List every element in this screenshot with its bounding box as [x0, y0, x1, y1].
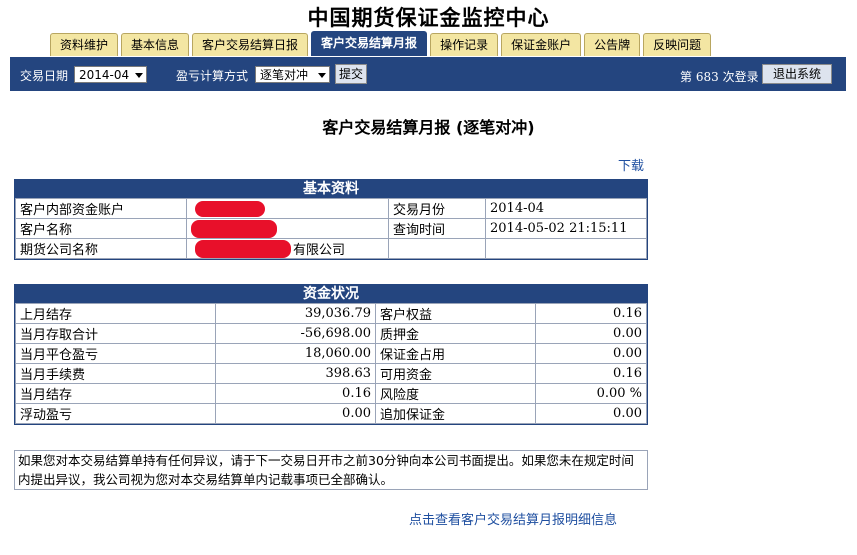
account-label: 客户内部资金账户 [15, 198, 187, 219]
fund-label: 当月存取合计 [15, 323, 216, 344]
tab-feedback[interactable]: 反映问题 [643, 33, 712, 56]
trade-date-select[interactable]: 2014-04 [74, 66, 147, 83]
table-row: 浮动盈亏 0.00 追加保证金 0.00 [15, 403, 647, 424]
trade-date-label: 交易日期 [20, 69, 69, 83]
fund-label: 当月手续费 [15, 363, 216, 384]
fund-label: 可用资金 [375, 363, 536, 384]
query-time-value: 2014-05-02 21:15:11 [485, 218, 647, 239]
tab-margin-account[interactable]: 保证金账户 [501, 33, 582, 56]
tab-operation-log[interactable]: 操作记录 [430, 33, 499, 56]
fund-label: 保证金占用 [375, 343, 536, 364]
basic-info-heading: 基本资料 [15, 180, 647, 198]
fund-value: -56,698.00 [215, 323, 376, 344]
chevron-down-icon [318, 73, 326, 78]
fund-value: 0.00 [535, 323, 647, 344]
fund-status-heading: 资金状况 [15, 285, 647, 303]
trade-date-value: 2014-04 [79, 68, 130, 82]
company-name-value: 有限公司 [293, 243, 346, 258]
fund-value: 0.16 [215, 383, 376, 404]
fund-value: 0.16 [535, 363, 647, 384]
query-time-label: 查询时间 [388, 218, 486, 239]
fund-label: 当月结存 [15, 383, 216, 404]
empty-cell [485, 238, 647, 259]
table-row: 当月平仓盈亏 18,060.00 保证金占用 0.00 [15, 343, 647, 364]
fund-label: 浮动盈亏 [15, 403, 216, 424]
table-row: 客户内部资金账户 交易月份 2014-04 [15, 198, 647, 219]
fund-value: 398.63 [215, 363, 376, 384]
basic-info-table: 客户内部资金账户 交易月份 2014-04 客户名称 查询时间 2014-05-… [15, 198, 647, 259]
site-title: 中国期货保证金监控中心 [307, 5, 550, 30]
month-value: 2014-04 [485, 198, 647, 219]
customer-name-label: 客户名称 [15, 218, 187, 239]
fund-value: 0.00 % [535, 383, 647, 404]
report-title: 客户交易结算月报 (逐笔对冲) [322, 118, 535, 137]
fund-value: 0.16 [535, 303, 647, 324]
fund-value: 18,060.00 [215, 343, 376, 364]
login-suffix: 次登录 [722, 70, 759, 84]
login-count-text: 第 683 次登录 [680, 68, 759, 85]
redaction-mark [195, 240, 291, 258]
table-row: 期货公司名称 有限公司 [15, 238, 647, 259]
calc-method-label: 盈亏计算方式 [176, 69, 249, 83]
dispute-notice: 如果您对本交易结算单持有任何异议，请于下一交易日开市之前30分钟向本公司书面提出… [14, 450, 648, 490]
table-row: 客户名称 查询时间 2014-05-02 21:15:11 [15, 218, 647, 239]
table-row: 当月结存 0.16 风险度 0.00 % [15, 383, 647, 404]
monthly-detail-link[interactable]: 点击查看客户交易结算月报明细信息 [409, 509, 617, 528]
submit-button[interactable]: 提交 [335, 64, 367, 84]
logout-button[interactable]: 退出系统 [762, 64, 832, 84]
redaction-mark [191, 220, 277, 238]
calc-method-select[interactable]: 逐笔对冲 [255, 66, 330, 83]
account-value [186, 198, 389, 219]
fund-value: 0.00 [215, 403, 376, 424]
fund-status-panel: 资金状况 上月结存 39,036.79 客户权益 0.16 当月存取合计 -56… [14, 284, 648, 425]
fund-label: 质押金 [375, 323, 536, 344]
fund-value: 39,036.79 [215, 303, 376, 324]
fund-label: 客户权益 [375, 303, 536, 324]
calc-method-value: 逐笔对冲 [260, 68, 309, 82]
empty-cell [388, 238, 486, 259]
tab-profile[interactable]: 资料维护 [50, 33, 119, 56]
fund-label: 追加保证金 [375, 403, 536, 424]
table-row: 当月手续费 398.63 可用资金 0.16 [15, 363, 647, 384]
fund-label: 上月结存 [15, 303, 216, 324]
table-row: 当月存取合计 -56,698.00 质押金 0.00 [15, 323, 647, 344]
chevron-down-icon [135, 73, 143, 78]
fund-label: 当月平仓盈亏 [15, 343, 216, 364]
login-prefix: 第 [680, 70, 693, 84]
fund-status-table: 上月结存 39,036.79 客户权益 0.16 当月存取合计 -56,698.… [15, 303, 647, 424]
main-tabs: 资料维护 基本信息 客户交易结算日报 客户交易结算月报 操作记录 保证金账户 公… [50, 31, 714, 57]
company-name-label: 期货公司名称 [15, 238, 187, 259]
tab-bulletin[interactable]: 公告牌 [584, 33, 641, 56]
basic-info-panel: 基本资料 客户内部资金账户 交易月份 2014-04 客户名称 查询时间 201… [14, 179, 648, 260]
tab-monthly-report[interactable]: 客户交易结算月报 [311, 31, 428, 56]
download-link[interactable]: 下载 [618, 155, 644, 174]
fund-value: 0.00 [535, 343, 647, 364]
table-row: 上月结存 39,036.79 客户权益 0.16 [15, 303, 647, 324]
fund-label: 风险度 [375, 383, 536, 404]
tab-daily-report[interactable]: 客户交易结算日报 [192, 33, 309, 56]
customer-name-value [186, 218, 389, 239]
tab-basic-info[interactable]: 基本信息 [121, 33, 190, 56]
fund-value: 0.00 [535, 403, 647, 424]
redaction-mark [195, 201, 265, 217]
month-label: 交易月份 [388, 198, 486, 219]
login-count: 683 [695, 70, 719, 84]
company-name-cell: 有限公司 [186, 238, 389, 259]
query-toolbar: 交易日期 2014-04 盈亏计算方式 逐笔对冲 提交 第 683 次登录 退出… [10, 57, 846, 91]
